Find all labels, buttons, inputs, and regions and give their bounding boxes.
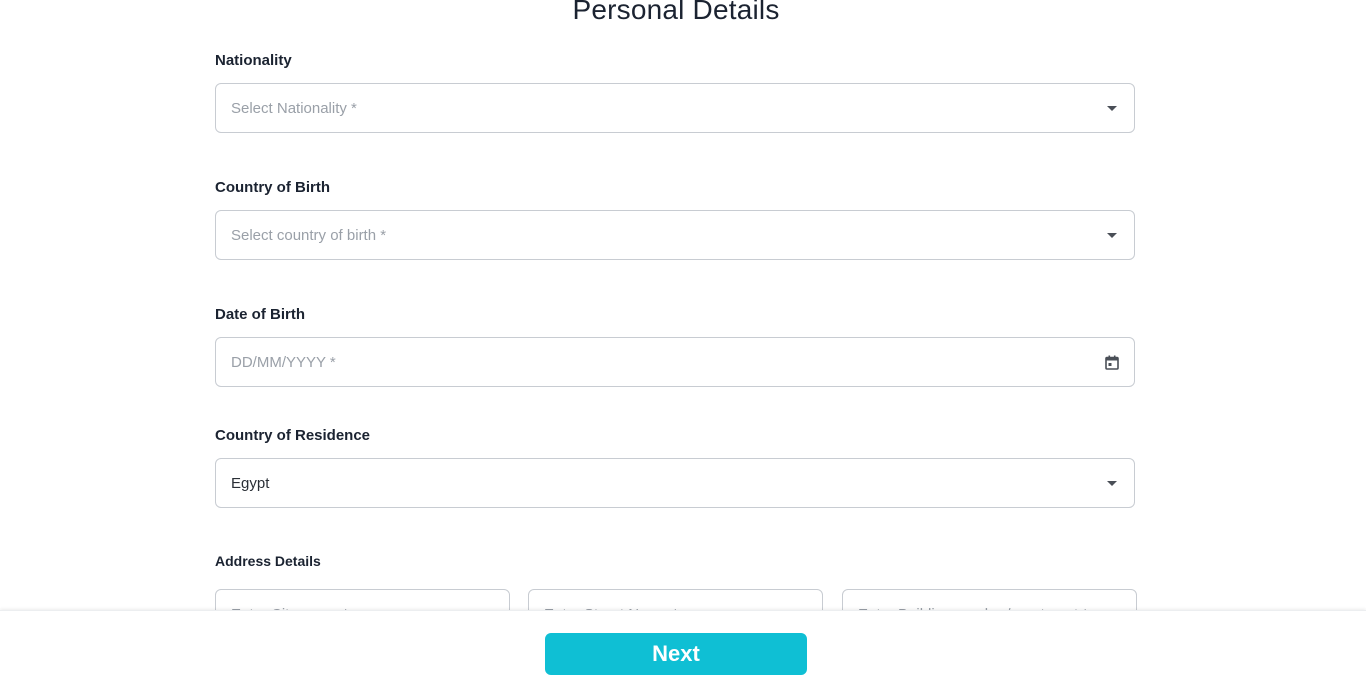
chevron-down-icon xyxy=(1107,233,1117,238)
country-of-birth-placeholder: Select country of birth * xyxy=(231,226,387,244)
country-of-residence-label: Country of Residence xyxy=(215,427,371,444)
personal-details-page: Personal Details Nationality Select Nati… xyxy=(0,0,1366,688)
footer-bar: Next xyxy=(0,610,1366,688)
chevron-down-icon xyxy=(1107,106,1117,111)
country-of-residence-select[interactable]: Egypt xyxy=(215,458,1135,508)
country-of-residence-value: Egypt xyxy=(231,474,270,492)
next-button[interactable]: Next xyxy=(545,633,807,675)
nationality-label: Nationality xyxy=(215,52,292,69)
nationality-select[interactable]: Select Nationality * xyxy=(215,83,1135,133)
page-title: Personal Details xyxy=(572,0,780,25)
date-of-birth-input[interactable]: DD/MM/YYYY * xyxy=(215,337,1135,387)
address-details-label: Address Details xyxy=(215,553,321,569)
calendar-icon[interactable] xyxy=(1105,355,1119,370)
date-of-birth-label: Date of Birth xyxy=(215,306,305,323)
country-of-birth-select[interactable]: Select country of birth * xyxy=(215,210,1135,260)
nationality-placeholder: Select Nationality * xyxy=(231,99,357,117)
country-of-birth-label: Country of Birth xyxy=(215,179,330,196)
date-of-birth-placeholder: DD/MM/YYYY * xyxy=(231,353,336,371)
chevron-down-icon xyxy=(1107,481,1117,486)
